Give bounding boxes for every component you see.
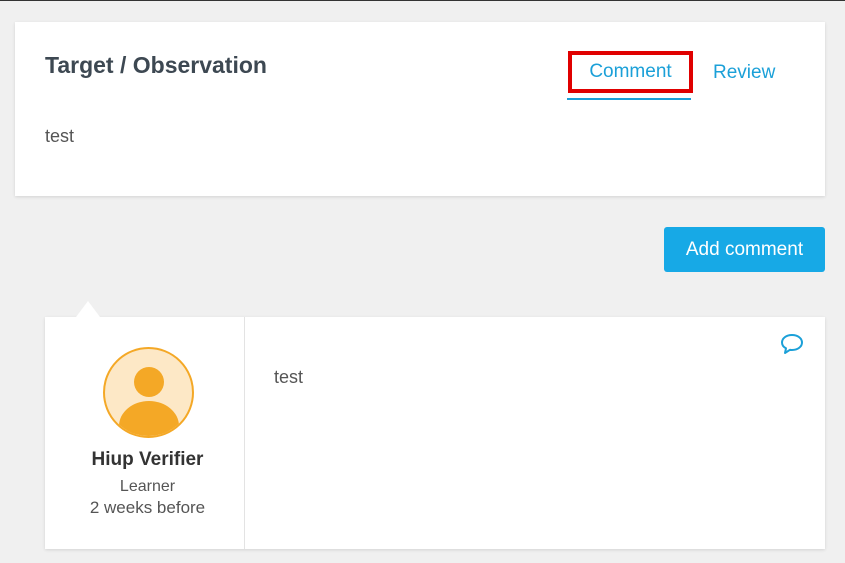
active-tab-indicator — [567, 98, 691, 100]
observation-text: test — [45, 126, 75, 146]
speech-bubble-icon[interactable] — [780, 333, 804, 355]
comment-timestamp: 2 weeks before — [89, 498, 206, 517]
author-name: Hiup Verifier — [91, 449, 204, 470]
tab-review[interactable]: Review — [713, 62, 775, 84]
add-comment-button[interactable]: Add comment — [664, 227, 825, 272]
target-observation-card: Target / Observation test Comment Review — [15, 22, 825, 196]
author-role: Learner — [119, 478, 176, 495]
user-avatar-icon — [103, 347, 194, 438]
page-title: Target / Observation — [45, 52, 267, 78]
comment-author: Hiup Verifier Learner 2 weeks before — [45, 317, 245, 549]
comment-text: test — [274, 367, 304, 387]
card-caret — [76, 301, 100, 317]
comment-card: Hiup Verifier Learner 2 weeks before tes… — [45, 301, 825, 549]
tab-comment[interactable]: Comment — [568, 51, 693, 93]
